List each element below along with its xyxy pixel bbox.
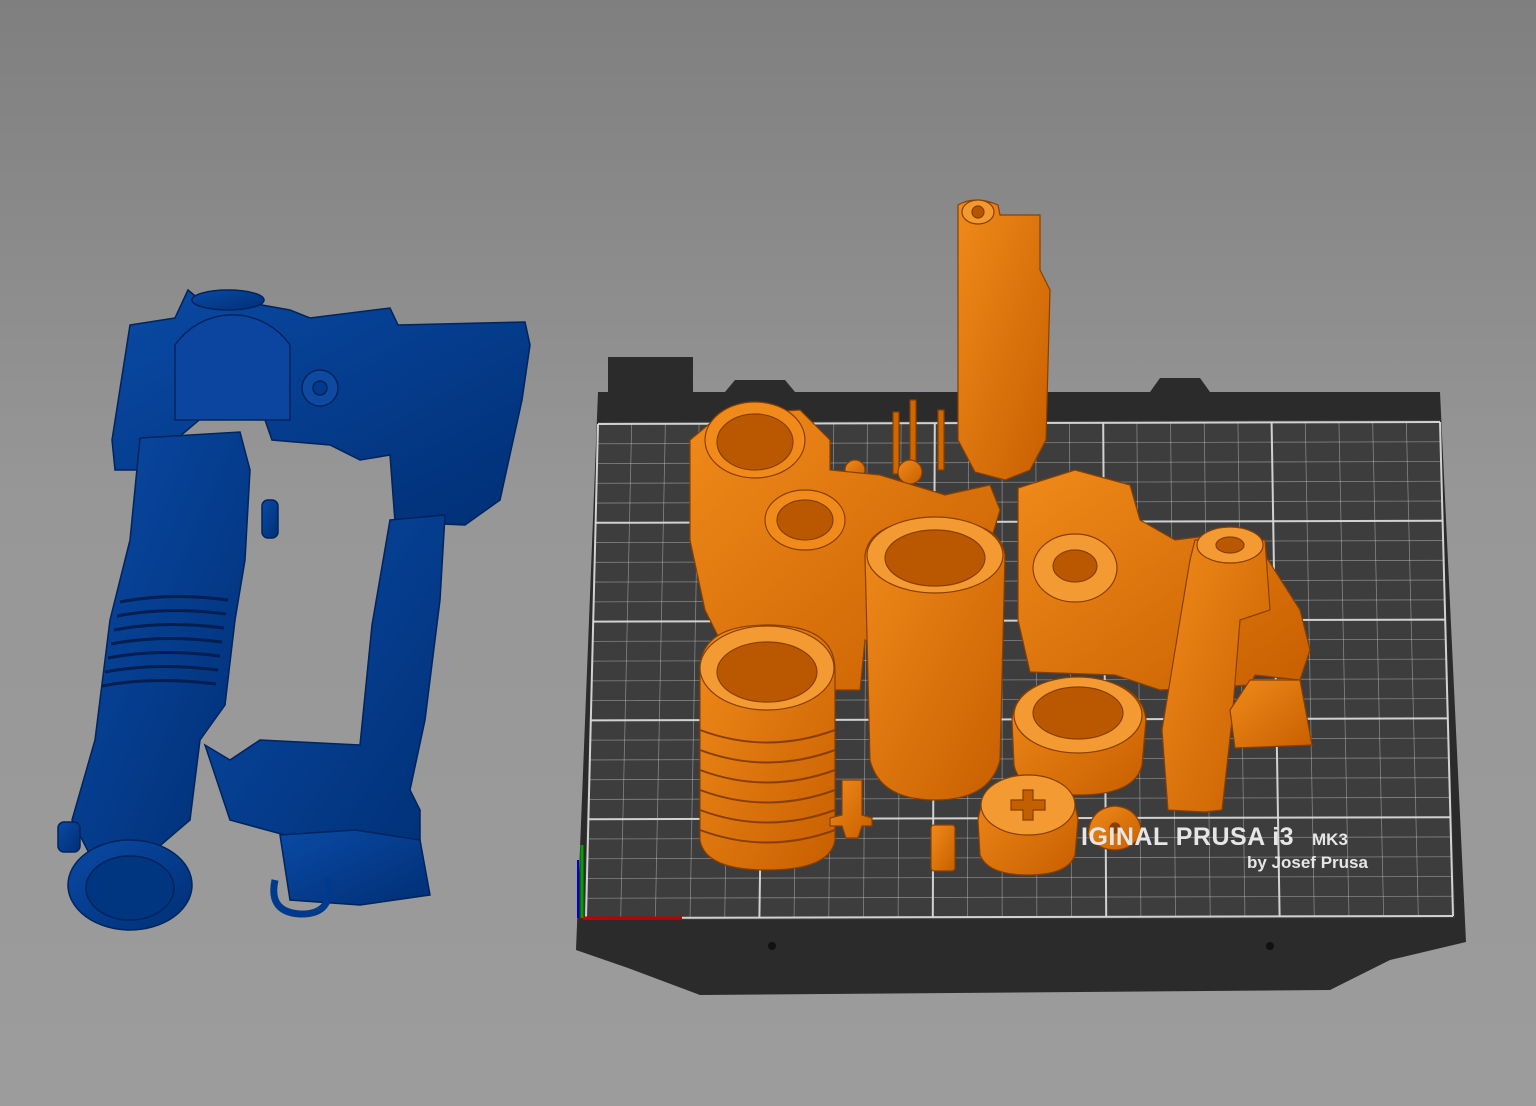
blaster-knob [261, 499, 279, 539]
blaster-dial-right-inner [312, 380, 328, 396]
part-tall-barrel[interactable] [957, 199, 1051, 481]
part-pin-3[interactable] [937, 409, 945, 471]
bed-back-tab-left [608, 357, 693, 398]
bed-screw-left [768, 942, 776, 950]
part-small-block[interactable] [930, 824, 956, 872]
bed-back-tab-right [1150, 378, 1210, 392]
part-middle-tube-inner [884, 529, 986, 587]
part-ribbed-grip-inner [716, 641, 818, 703]
blaster-front-block [279, 829, 431, 906]
blaster-top-cylinder [191, 289, 265, 311]
part-receiver-cylinder-inner [716, 413, 794, 471]
scene-canvas[interactable] [0, 0, 1536, 1106]
part-small-ring-2[interactable] [897, 459, 923, 485]
blaster-muzzle-inner [85, 855, 175, 921]
part-threaded-ring-inner [1032, 686, 1124, 740]
blaster-receiver-disc [174, 314, 291, 421]
3d-viewport[interactable]: IGINAL PRUSA i3 MK3 by Josef Prusa [0, 0, 1536, 1106]
part-pin-2[interactable] [892, 411, 900, 475]
part-threaded-hole-inner [776, 499, 834, 541]
part-frame-boss-inner [1052, 549, 1098, 583]
bed-screw-right [1266, 942, 1274, 950]
part-tall-barrel-hole [971, 205, 985, 219]
bed-back-bump [725, 380, 795, 392]
part-small-cone-hole [1109, 822, 1121, 834]
blaster-side-knob [57, 821, 81, 853]
part-long-pipe-inner [1215, 536, 1245, 554]
assembled-blaster-model[interactable] [57, 288, 531, 931]
